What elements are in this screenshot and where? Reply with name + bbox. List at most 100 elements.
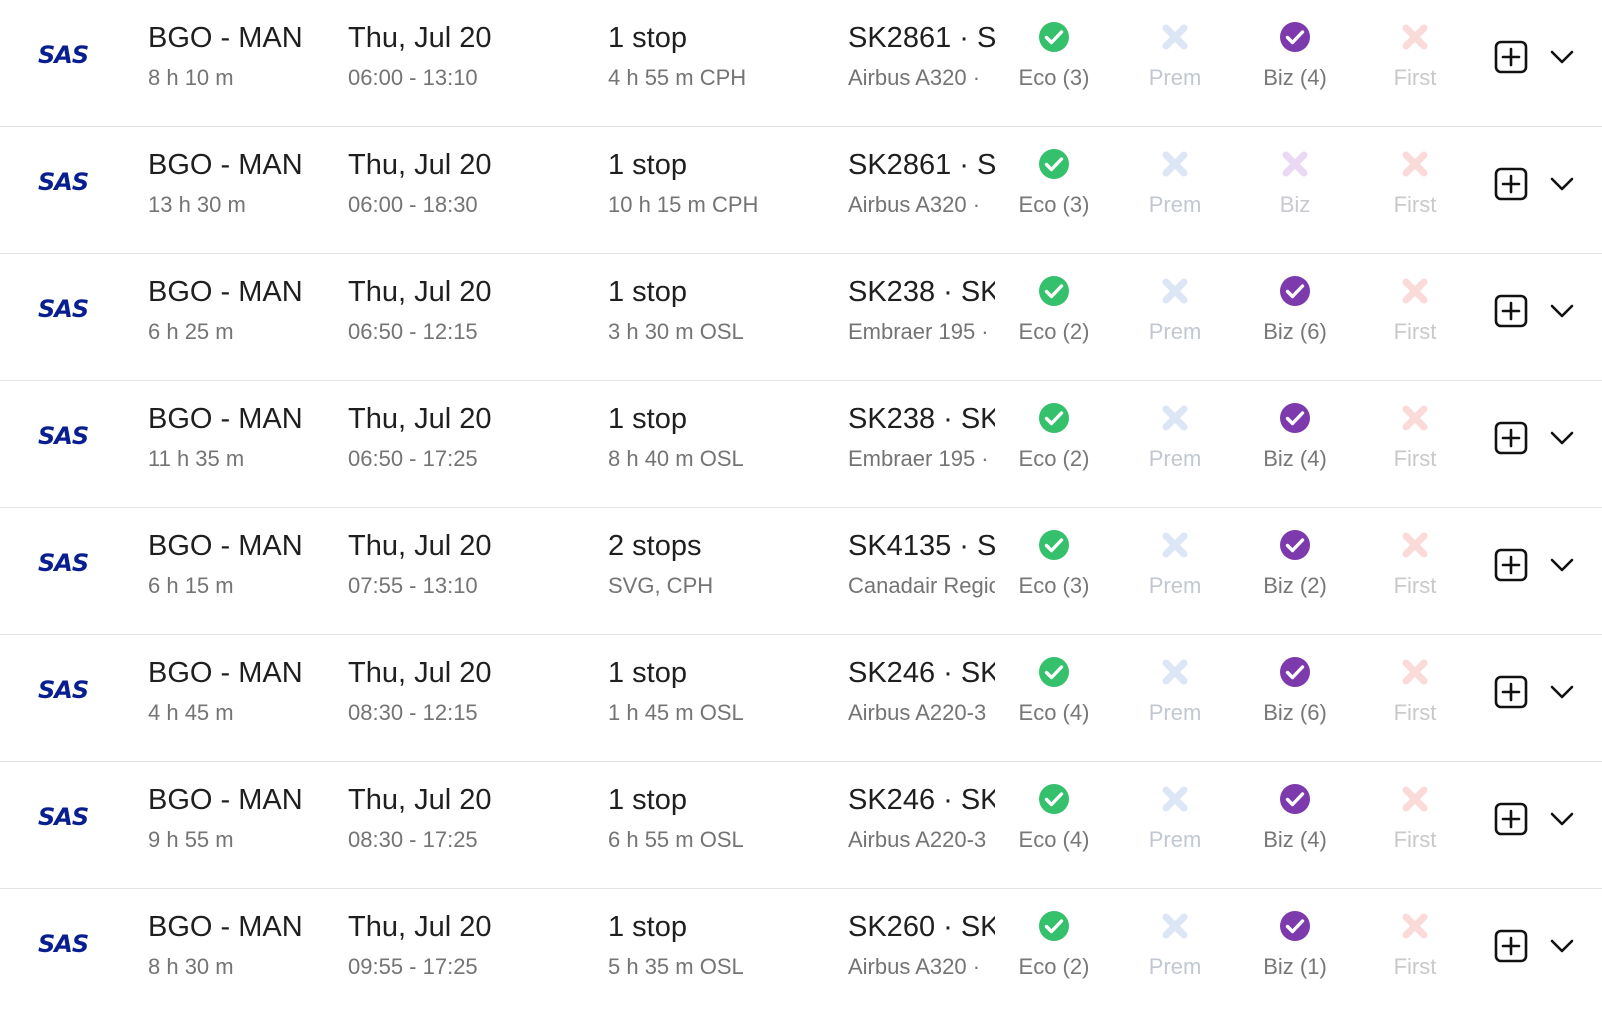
chevron-down-icon[interactable] — [1548, 46, 1576, 68]
check-circle-icon — [1280, 911, 1310, 941]
business-label: Biz (6) — [1263, 700, 1327, 725]
flight-results-list: SAS BGO - MAN 8 h 10 m Thu, Jul 20 06:00… — [0, 0, 1602, 1016]
cabin-business: Biz (6) — [1240, 274, 1350, 346]
flight-row[interactable]: SAS BGO - MAN 11 h 35 m Thu, Jul 20 06:5… — [0, 381, 1602, 508]
economy-label: Eco (2) — [1018, 446, 1090, 471]
add-plus-icon[interactable] — [1494, 40, 1528, 74]
cabin-business: Biz (4) — [1240, 782, 1350, 854]
first-label: First — [1393, 827, 1437, 852]
flight-cell: SK2861 · SI Airbus A320 · — [848, 147, 995, 219]
flight-numbers: SK238 · SK — [848, 276, 995, 308]
cabin-business: Biz (1) — [1240, 909, 1350, 981]
stops-cell: 1 stop 6 h 55 m OSL — [608, 782, 744, 854]
layover-info: 3 h 30 m OSL — [608, 319, 744, 344]
first-label: First — [1393, 319, 1437, 344]
flight-cell: SK238 · SK Embraer 195 · — [848, 401, 995, 473]
route-cell: BGO - MAN 6 h 25 m — [148, 274, 303, 346]
check-circle-icon — [1039, 784, 1069, 814]
add-plus-icon[interactable] — [1494, 421, 1528, 455]
cabin-economy: Eco (4) — [999, 655, 1109, 727]
flight-row[interactable]: SAS BGO - MAN 8 h 30 m Thu, Jul 20 09:55… — [0, 889, 1602, 1016]
flight-cell: SK2861 · SI Airbus A320 · — [848, 20, 995, 92]
check-circle-icon — [1039, 657, 1069, 687]
x-icon — [1402, 278, 1428, 304]
check-circle-icon — [1280, 530, 1310, 560]
chevron-down-icon[interactable] — [1548, 935, 1576, 957]
date-cell: Thu, Jul 20 08:30 - 12:15 — [348, 655, 491, 727]
chevron-down-icon[interactable] — [1548, 173, 1576, 195]
total-duration: 6 h 15 m — [148, 573, 234, 598]
add-plus-icon[interactable] — [1494, 294, 1528, 328]
total-duration: 4 h 45 m — [148, 700, 234, 725]
departure-date: Thu, Jul 20 — [348, 149, 492, 181]
date-cell: Thu, Jul 20 06:50 - 12:15 — [348, 274, 491, 346]
business-label: Biz (2) — [1263, 573, 1327, 598]
flight-cell: SK246 · SK Airbus A220-3 — [848, 655, 995, 727]
x-icon — [1402, 532, 1428, 558]
stops-cell: 1 stop 3 h 30 m OSL — [608, 274, 744, 346]
aircraft-type: Airbus A220-3 — [848, 700, 987, 725]
premium-label: Prem — [1148, 319, 1202, 344]
route-cell: BGO - MAN 4 h 45 m — [148, 655, 303, 727]
flight-row[interactable]: SAS BGO - MAN 8 h 10 m Thu, Jul 20 06:00… — [0, 0, 1602, 127]
layover-info: 6 h 55 m OSL — [608, 827, 744, 852]
add-plus-icon[interactable] — [1494, 929, 1528, 963]
aircraft-type: Embraer 195 · — [848, 446, 989, 471]
first-label: First — [1393, 573, 1437, 598]
add-plus-icon[interactable] — [1494, 802, 1528, 836]
route: BGO - MAN — [148, 911, 303, 943]
flight-row[interactable]: SAS BGO - MAN 6 h 25 m Thu, Jul 20 06:50… — [0, 254, 1602, 381]
flight-cell: SK260 · SK Airbus A320 · — [848, 909, 995, 981]
add-plus-icon[interactable] — [1494, 548, 1528, 582]
economy-label: Eco (3) — [1018, 65, 1090, 90]
flight-row[interactable]: SAS BGO - MAN 9 h 55 m Thu, Jul 20 08:30… — [0, 762, 1602, 889]
flight-row[interactable]: SAS BGO - MAN 13 h 30 m Thu, Jul 20 06:0… — [0, 127, 1602, 254]
flight-times: 07:55 - 13:10 — [348, 573, 478, 598]
airline-logo: SAS — [38, 676, 89, 704]
stops-count: 1 stop — [608, 22, 687, 54]
layover-info: 4 h 55 m CPH — [608, 65, 747, 90]
cabin-premium: Prem — [1120, 20, 1230, 92]
add-plus-icon[interactable] — [1494, 675, 1528, 709]
date-cell: Thu, Jul 20 07:55 - 13:10 — [348, 528, 491, 600]
departure-date: Thu, Jul 20 — [348, 657, 492, 689]
flight-times: 06:50 - 12:15 — [348, 319, 478, 344]
chevron-down-icon[interactable] — [1548, 681, 1576, 703]
cabin-first: First — [1360, 655, 1470, 727]
route: BGO - MAN — [148, 276, 303, 308]
date-cell: Thu, Jul 20 08:30 - 17:25 — [348, 782, 491, 854]
route: BGO - MAN — [148, 149, 303, 181]
flight-times: 06:50 - 17:25 — [348, 446, 478, 471]
chevron-down-icon[interactable] — [1548, 808, 1576, 830]
check-circle-icon — [1039, 149, 1069, 179]
cabin-business: Biz (6) — [1240, 655, 1350, 727]
cabin-premium: Prem — [1120, 909, 1230, 981]
flight-cell: SK246 · SK Airbus A220-3 — [848, 782, 995, 854]
route-cell: BGO - MAN 13 h 30 m — [148, 147, 303, 219]
total-duration: 9 h 55 m — [148, 827, 234, 852]
business-label: Biz (1) — [1263, 954, 1327, 979]
check-circle-icon — [1280, 403, 1310, 433]
departure-date: Thu, Jul 20 — [348, 911, 492, 943]
route: BGO - MAN — [148, 403, 303, 435]
total-duration: 8 h 30 m — [148, 954, 234, 979]
flight-row[interactable]: SAS BGO - MAN 6 h 15 m Thu, Jul 20 07:55… — [0, 508, 1602, 635]
route: BGO - MAN — [148, 22, 303, 54]
stops-count: 1 stop — [608, 403, 687, 435]
cabin-first: First — [1360, 20, 1470, 92]
chevron-down-icon[interactable] — [1548, 554, 1576, 576]
chevron-down-icon[interactable] — [1548, 427, 1576, 449]
stops-cell: 1 stop 10 h 15 m CPH — [608, 147, 758, 219]
check-circle-icon — [1280, 784, 1310, 814]
flight-row[interactable]: SAS BGO - MAN 4 h 45 m Thu, Jul 20 08:30… — [0, 635, 1602, 762]
x-icon — [1162, 532, 1188, 558]
x-icon — [1162, 913, 1188, 939]
flight-times: 08:30 - 17:25 — [348, 827, 478, 852]
aircraft-type: Airbus A320 · — [848, 192, 981, 217]
add-plus-icon[interactable] — [1494, 167, 1528, 201]
flight-times: 06:00 - 13:10 — [348, 65, 478, 90]
check-circle-icon — [1039, 276, 1069, 306]
stops-cell: 1 stop 8 h 40 m OSL — [608, 401, 744, 473]
x-icon — [1402, 24, 1428, 50]
chevron-down-icon[interactable] — [1548, 300, 1576, 322]
